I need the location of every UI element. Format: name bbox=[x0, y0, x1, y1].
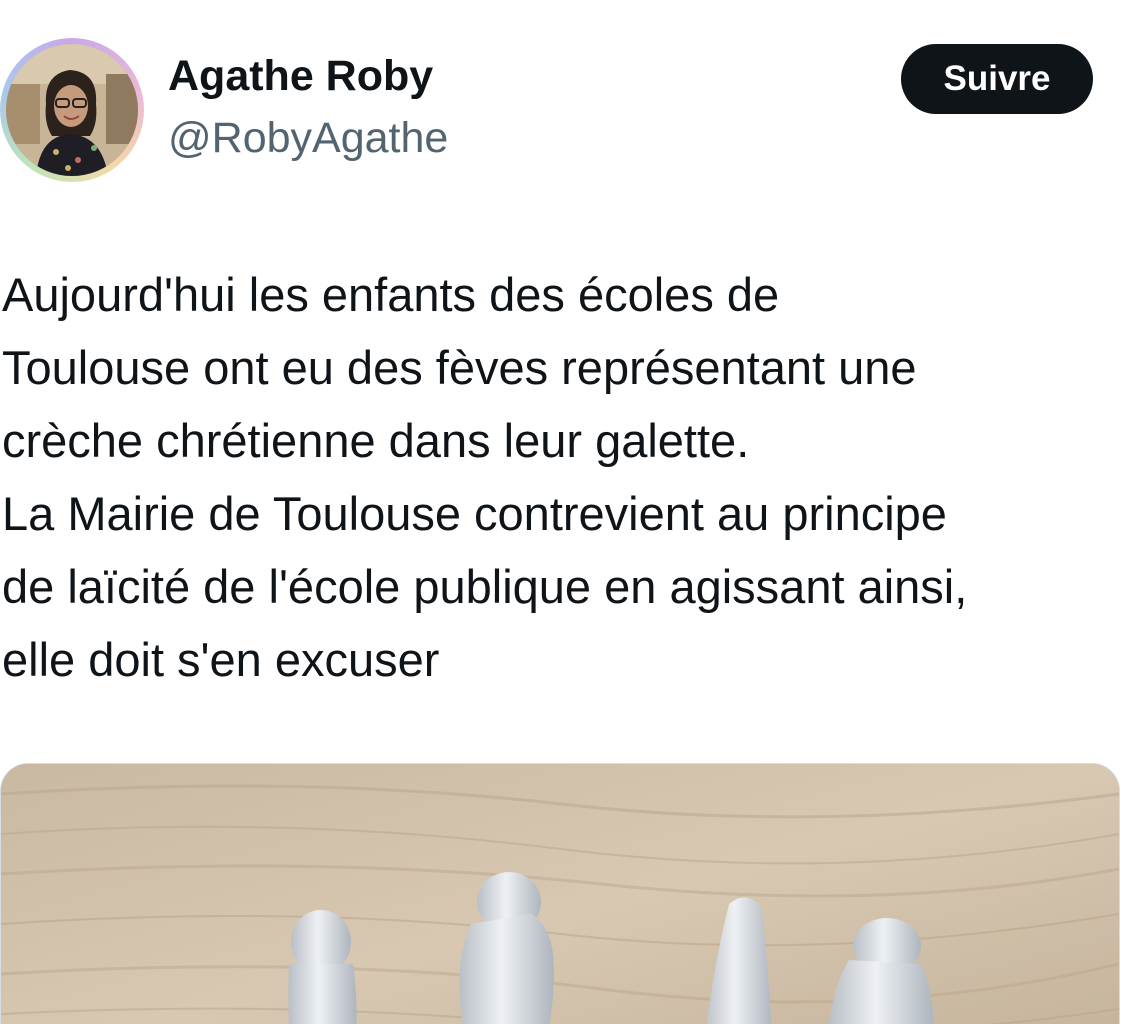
avatar[interactable] bbox=[6, 44, 138, 176]
user-handle[interactable]: @RobyAgathe bbox=[168, 114, 448, 163]
figurines-photo-icon bbox=[1, 764, 1119, 1024]
tweet-text-line: elle doit s'en excuser bbox=[2, 633, 440, 686]
tweet-text-line: crèche chrétienne dans leur galette. bbox=[2, 414, 750, 467]
display-name[interactable]: Agathe Roby bbox=[168, 52, 433, 101]
tweet-text: Aujourd'hui les enfants des écoles de To… bbox=[2, 258, 1137, 696]
tweet: Agathe Roby @RobyAgathe Suivre Aujourd'h… bbox=[0, 0, 1144, 1024]
tweet-media-image[interactable] bbox=[0, 763, 1120, 1024]
avatar-photo-icon bbox=[6, 44, 138, 176]
tweet-text-line: Aujourd'hui les enfants des écoles de bbox=[2, 268, 780, 321]
avatar-ring[interactable] bbox=[0, 38, 144, 182]
tweet-text-line: de laïcité de l'école publique en agissa… bbox=[2, 560, 968, 613]
follow-button[interactable]: Suivre bbox=[901, 44, 1093, 114]
figurine bbox=[288, 910, 357, 1024]
tweet-text-line: La Mairie de Toulouse contrevient au pri… bbox=[2, 487, 947, 540]
tweet-text-line: Toulouse ont eu des fèves représentant u… bbox=[2, 341, 917, 394]
